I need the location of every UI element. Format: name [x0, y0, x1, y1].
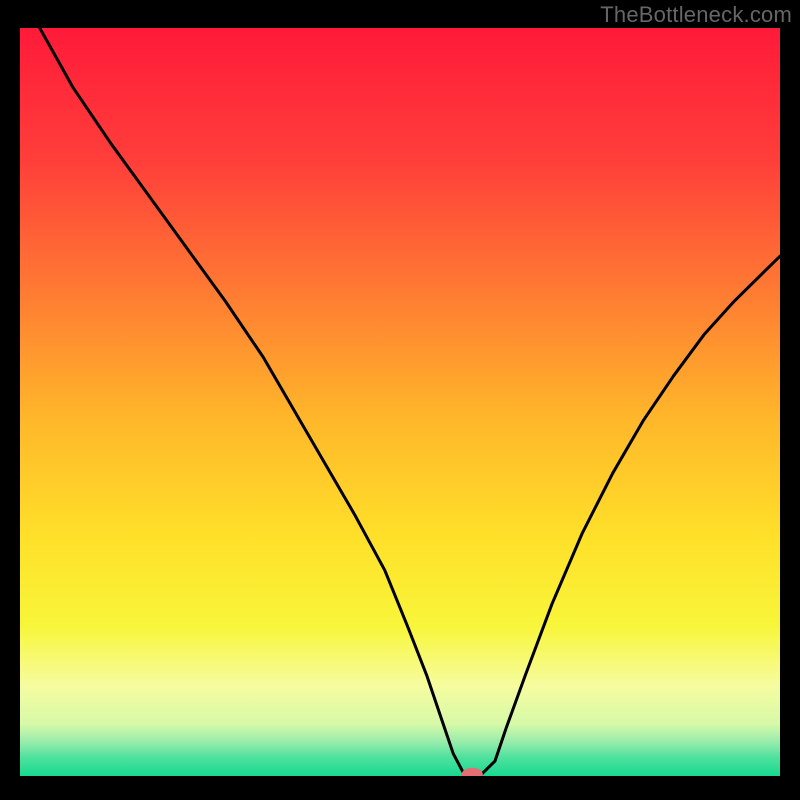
watermark-text: TheBottleneck.com: [600, 2, 792, 28]
gradient-background: [20, 28, 780, 776]
optimal-point-marker: [462, 768, 483, 781]
bottleneck-chart: [0, 0, 800, 800]
chart-wrapper: TheBottleneck.com: [0, 0, 800, 800]
